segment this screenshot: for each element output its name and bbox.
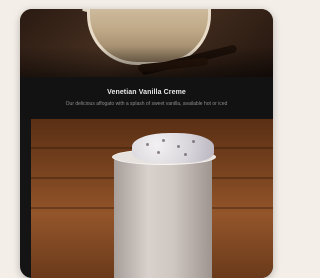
drink-glass (114, 155, 212, 278)
product-card[interactable]: Venetian Vanilla Creme Our delicious aff… (20, 9, 273, 278)
topping-speck (177, 145, 180, 148)
product-title: Venetian Vanilla Creme (107, 89, 186, 96)
topping-speck (162, 139, 165, 142)
whipped-cream-topping (132, 133, 214, 163)
iced-vanilla-creme-photo (31, 119, 273, 278)
topping-speck (184, 153, 187, 156)
vanilla-drink-photo (20, 9, 273, 77)
product-info: Venetian Vanilla Creme Our delicious aff… (20, 77, 273, 119)
topping-speck (192, 140, 195, 143)
photo-shade (20, 9, 273, 77)
topping-speck (157, 151, 160, 154)
product-description: Our delicious affogato with a splash of … (65, 101, 228, 107)
topping-speck (146, 143, 149, 146)
